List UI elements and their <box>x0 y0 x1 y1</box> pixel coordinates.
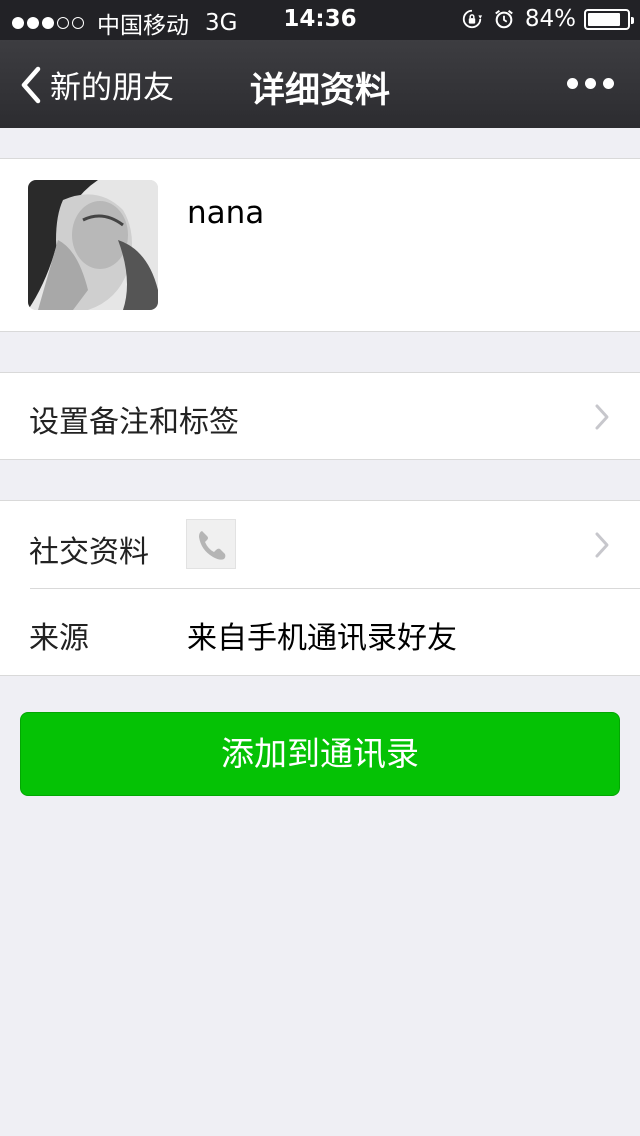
source-row-label: 来源 <box>29 621 89 656</box>
status-bar: 中国移动 3G 14:36 84% <box>0 0 640 40</box>
profile-card: nana <box>0 158 640 332</box>
avatar[interactable] <box>28 180 158 310</box>
row-divider <box>30 588 640 589</box>
contact-detail-screen: 中国移动 3G 14:36 84% 新的朋友 详细资料 nana 设置备注和标签… <box>0 0 640 1136</box>
battery-percent: 84% <box>524 6 576 32</box>
phone-icon <box>186 519 236 569</box>
battery-icon <box>584 8 634 30</box>
chevron-right-icon <box>595 532 609 558</box>
nav-bar: 新的朋友 详细资料 <box>0 40 640 128</box>
social-row-label: 社交资料 <box>29 535 149 570</box>
info-group: 社交资料 来源 来自手机通讯录好友 <box>0 500 640 676</box>
add-to-contacts-button[interactable]: 添加到通讯录 <box>20 712 620 796</box>
set-remark-and-tags-row[interactable]: 设置备注和标签 <box>0 372 640 460</box>
avatar-image <box>28 180 158 310</box>
page-title: 详细资料 <box>249 71 390 111</box>
source-value: 来自手机通讯录好友 <box>187 621 457 656</box>
more-dots-icon[interactable] <box>560 78 614 89</box>
social-profile-row[interactable]: 社交资料 <box>0 501 640 588</box>
rotation-lock-icon <box>462 9 482 29</box>
remark-row-label: 设置备注和标签 <box>29 405 239 440</box>
chevron-right-icon <box>595 404 609 430</box>
alarm-icon <box>495 9 513 29</box>
profile-name: nana <box>187 195 265 231</box>
